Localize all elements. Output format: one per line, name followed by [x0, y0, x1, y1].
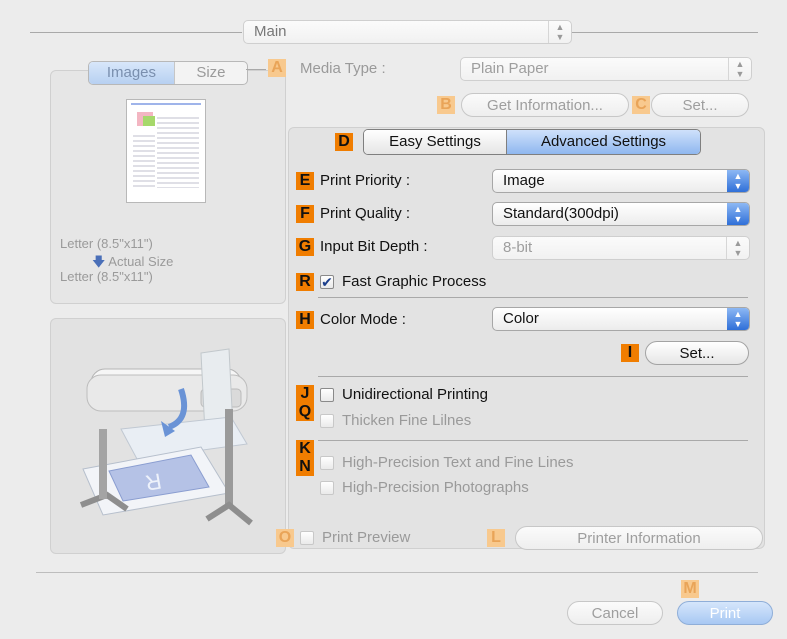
large-format-printer-icon: R: [79, 348, 253, 526]
badge-k: K: [296, 440, 314, 458]
print-quality-value: Standard(300dpi): [503, 205, 619, 222]
updown-arrows-icon: ▲ ▼: [728, 58, 751, 80]
divider-1: [318, 297, 748, 298]
thicken-checkbox[interactable]: [320, 414, 334, 428]
print-priority-label: Print Priority :: [320, 172, 411, 189]
tab-size[interactable]: Size: [173, 62, 247, 84]
input-bit-depth-label: Input Bit Depth :: [320, 238, 428, 255]
updown-arrows-icon: ▲ ▼: [727, 170, 749, 192]
hp-text-checkbox[interactable]: [320, 456, 334, 470]
print-preview-checkbox[interactable]: [300, 531, 314, 545]
get-information-button[interactable]: Get Information...: [461, 93, 629, 117]
main-panel-select[interactable]: Main ▲ ▼: [243, 20, 572, 44]
badge-i: I: [621, 344, 639, 362]
top-divider-right: [572, 32, 758, 33]
badge-o: O: [276, 529, 294, 547]
updown-arrows-icon: ▲ ▼: [726, 237, 749, 259]
input-bit-depth-value: 8-bit: [503, 239, 533, 256]
badge-q: Q: [296, 403, 314, 421]
hp-photo-checkbox[interactable]: [320, 481, 334, 495]
badge-r: R: [296, 273, 314, 291]
updown-arrows-icon: ▲ ▼: [727, 203, 749, 225]
print-preview-label: Print Preview: [322, 529, 411, 546]
printer-information-button[interactable]: Printer Information: [515, 526, 763, 550]
print-quality-select[interactable]: Standard(300dpi) ▲ ▼: [492, 202, 750, 226]
media-type-select[interactable]: Plain Paper ▲ ▼: [460, 57, 752, 81]
unidirectional-label: Unidirectional Printing: [342, 386, 488, 403]
fast-graphic-checkbox[interactable]: ✔: [320, 275, 334, 289]
badge-j: J: [296, 385, 314, 403]
badge-n: N: [296, 458, 314, 476]
input-bit-depth-select[interactable]: 8-bit ▲ ▼: [492, 236, 750, 260]
badge-h: H: [296, 311, 314, 329]
badge-c: C: [632, 96, 650, 114]
color-set-button[interactable]: Set...: [645, 341, 749, 365]
media-type-value: Plain Paper: [471, 60, 549, 77]
divider-2: [318, 376, 748, 377]
hp-text-label: High-Precision Text and Fine Lines: [342, 454, 574, 471]
print-priority-select[interactable]: Image ▲ ▼: [492, 169, 750, 193]
tab-advanced-settings[interactable]: Advanced Settings: [506, 130, 700, 154]
divider-3: [318, 440, 748, 441]
print-priority-value: Image: [503, 172, 545, 189]
down-arrow-icon: 🡇: [92, 254, 106, 269]
paper-thumbnail-icon: [126, 99, 206, 203]
color-mode-label: Color Mode :: [320, 311, 406, 328]
badge-b: B: [437, 96, 455, 114]
media-set-button[interactable]: Set...: [651, 93, 749, 117]
unidirectional-checkbox[interactable]: [320, 388, 334, 402]
color-mode-value: Color: [503, 310, 539, 327]
settings-tabs: Easy Settings Advanced Settings: [363, 129, 701, 155]
printer-illustration-panel: R: [50, 318, 286, 554]
color-mode-select[interactable]: Color ▲ ▼: [492, 307, 750, 331]
updown-arrows-icon: ▲ ▼: [727, 308, 749, 330]
hp-photo-label: High-Precision Photographs: [342, 479, 529, 496]
footer-divider: [36, 572, 758, 573]
paper-size-source: Letter (8.5"x11"): [60, 236, 153, 251]
print-quality-label: Print Quality :: [320, 205, 411, 222]
top-divider-left: [30, 32, 242, 33]
updown-arrows-icon: ▲ ▼: [548, 21, 571, 43]
actual-size-text: Actual Size: [108, 254, 174, 269]
cancel-button[interactable]: Cancel: [567, 601, 663, 625]
thicken-label: Thicken Fine Lilnes: [342, 412, 472, 429]
fast-graphic-label: Fast Graphic Process: [342, 273, 487, 290]
badge-d: D: [335, 133, 353, 151]
badge-g: G: [296, 238, 314, 256]
tab-images[interactable]: Images: [89, 62, 174, 84]
tab-easy-settings[interactable]: Easy Settings: [364, 130, 506, 154]
badge-m: M: [681, 580, 699, 598]
badge-f: F: [296, 205, 314, 223]
badge-a: A: [268, 59, 286, 77]
badge-e: E: [296, 172, 314, 190]
preview-tabs: Images Size: [88, 61, 248, 85]
main-panel-select-value: Main: [254, 23, 287, 40]
media-type-label: Media Type :: [300, 60, 386, 77]
print-button[interactable]: Print: [677, 601, 773, 625]
media-type-line: [246, 69, 266, 70]
paper-size-output: Letter (8.5"x11"): [60, 269, 153, 284]
badge-l: L: [487, 529, 505, 547]
